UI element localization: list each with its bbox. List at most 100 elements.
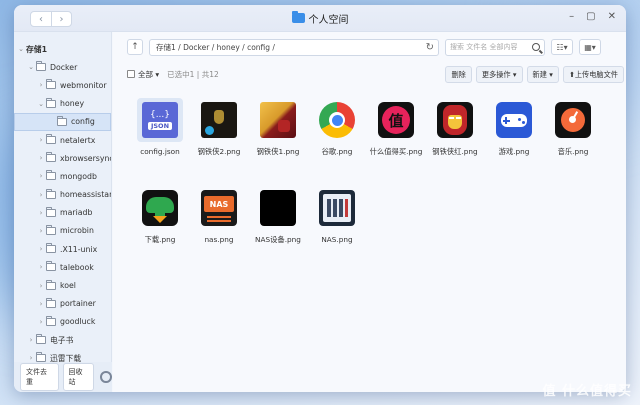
sidebar-item-0[interactable]: ⌄ 存储1 [14, 40, 111, 58]
folder-icon [36, 334, 46, 345]
sidebar-item-11[interactable]: › .X11-unix [14, 240, 111, 258]
new-button[interactable]: 新建 ▾ [526, 66, 559, 83]
chevron-right-icon[interactable]: › [36, 191, 46, 199]
folder-icon [46, 279, 56, 290]
file-item[interactable]: 音乐.png [544, 98, 602, 157]
sidebar-item-label: portainer [60, 299, 96, 309]
close-icon[interactable]: ✕ [608, 11, 616, 22]
back-icon[interactable]: ‹ [31, 12, 51, 26]
sidebar-item-label: microbin [60, 226, 94, 236]
list-view-icon[interactable]: ☷▾ [551, 39, 573, 55]
chevron-down-icon[interactable]: ⌄ [36, 100, 46, 108]
sidebar-item-3[interactable]: ⌄ honey [14, 95, 111, 113]
sidebar-item-5[interactable]: › netalertx [14, 131, 111, 149]
search-input[interactable]: 搜索 文件名 全部内容 [445, 38, 545, 56]
chevron-right-icon[interactable]: › [36, 172, 46, 180]
grid-view-icon[interactable]: ▦▾ [579, 39, 601, 55]
file-item[interactable]: NAS.png [308, 186, 366, 244]
sidebar-item-9[interactable]: › mariadb [14, 204, 111, 222]
sidebar-item-label: Docker [50, 62, 78, 72]
up-arrow-icon[interactable]: ↑ [127, 39, 143, 55]
file-item[interactable]: 钢铁侠红.png [426, 98, 484, 157]
file-item[interactable]: {...} JSON config.json [131, 98, 189, 156]
sidebar-item-label: 存储1 [26, 44, 48, 54]
action-toolbar: 全部 ▾ 已选中1 | 共12 删除 更多操作 ▾ 新建 ▾ ⬆ 上传电脑文件 [113, 62, 626, 86]
refresh-icon[interactable]: ↻ [426, 42, 434, 53]
chevron-right-icon[interactable]: › [36, 227, 46, 235]
file-name: 钢铁侠红.png [432, 147, 478, 156]
sidebar-item-15[interactable]: › goodluck [14, 313, 111, 331]
file-item[interactable]: 钢铁侠1.png [249, 98, 307, 157]
sidebar-item-label: .X11-unix [60, 244, 98, 254]
sidebar-item-label: honey [60, 99, 85, 109]
chevron-right-icon[interactable]: › [36, 263, 46, 271]
chevron-right-icon[interactable]: › [36, 136, 46, 144]
sidebar-item-label: homeassistant [60, 190, 111, 200]
sidebar-item-label: netalertx [60, 135, 96, 145]
upload-button[interactable]: ⬆ 上传电脑文件 [562, 66, 624, 83]
file-item[interactable]: 谷歌.png [308, 98, 366, 157]
select-all-checkbox[interactable] [127, 70, 135, 78]
sidebar-item-7[interactable]: › mongodb [14, 167, 111, 185]
file-name: 什么值得买.png [369, 147, 423, 156]
chevron-right-icon[interactable]: › [36, 154, 46, 162]
recycle-bin-button[interactable]: 回收站 [62, 363, 95, 391]
sidebar-item-1[interactable]: ⌄ Docker [14, 58, 111, 76]
title-bar: ‹ › 个人空间 – ▢ ✕ [14, 5, 626, 32]
sidebar-item-label: koel [60, 281, 76, 291]
folder-icon [46, 79, 56, 90]
sidebar-item-4[interactable]: config [14, 112, 111, 131]
sidebar-item-8[interactable]: › homeassistant [14, 186, 111, 204]
download-icon [137, 186, 183, 230]
black-square-icon [255, 186, 301, 230]
gear-icon[interactable] [100, 371, 112, 383]
chevron-down-icon[interactable]: ▾ [153, 70, 159, 79]
file-item[interactable]: 游戏.png [485, 98, 543, 157]
chevron-down-icon[interactable]: ⌄ [16, 45, 26, 53]
selection-status: 已选中1 | 共12 [167, 69, 219, 79]
forward-icon[interactable]: › [51, 12, 71, 26]
chevron-right-icon[interactable]: › [36, 81, 46, 89]
select-all-label[interactable]: 全部 [138, 69, 153, 80]
chevron-right-icon[interactable]: › [26, 336, 36, 344]
sidebar-item-6[interactable]: › xbrowsersync [14, 149, 111, 167]
delete-button[interactable]: 删除 [445, 66, 472, 83]
file-item[interactable]: 钢铁侠2.png [190, 98, 248, 157]
sidebar-item-16[interactable]: › 电子书 [14, 331, 111, 349]
file-grid: {...} JSON config.json 钢铁侠2.png 钢铁侠1.png 谷歌.p… [113, 90, 626, 392]
file-manager-window: ‹ › 个人空间 – ▢ ✕ ⌄ 存储1 ⌄ Docker › webmonitor ⌄ ho… [14, 5, 626, 392]
sidebar-item-12[interactable]: › talebook [14, 258, 111, 276]
sidebar-footer: 文件去重 回收站 [14, 362, 112, 392]
toolbar-actions: 删除 更多操作 ▾ 新建 ▾ ⬆ 上传电脑文件 [445, 66, 624, 83]
ironman-photo-icon [255, 98, 301, 142]
file-item[interactable]: 下载.png [131, 186, 189, 245]
chrome-icon [314, 98, 360, 142]
search-icon[interactable] [532, 42, 540, 51]
chevron-right-icon[interactable]: › [36, 209, 46, 217]
chevron-right-icon[interactable]: › [36, 318, 46, 326]
dedupe-button[interactable]: 文件去重 [20, 363, 59, 391]
chevron-down-icon[interactable]: ⌄ [26, 63, 36, 71]
chevron-right-icon[interactable]: › [36, 300, 46, 308]
file-name: NAS设备.png [255, 235, 301, 244]
file-item[interactable]: NAS设备.png [249, 186, 307, 245]
folder-icon [46, 170, 56, 181]
sidebar-item-label: 电子书 [50, 335, 74, 345]
chevron-right-icon[interactable]: › [36, 282, 46, 290]
minimize-icon[interactable]: – [569, 11, 574, 22]
sidebar-item-13[interactable]: › koel [14, 276, 111, 294]
more-actions-button[interactable]: 更多操作 ▾ [475, 66, 523, 83]
file-item[interactable]: 值什么值得买.png [367, 98, 425, 157]
file-name: NAS.png [321, 235, 353, 244]
path-field[interactable]: 存储1 / Docker / honey / config / ↻ [149, 38, 439, 56]
chevron-right-icon[interactable]: › [36, 245, 46, 253]
sidebar-item-2[interactable]: › webmonitor [14, 76, 111, 94]
upload-label: 上传电脑文件 [574, 69, 618, 79]
folder-tree: ⌄ 存储1 ⌄ Docker › webmonitor ⌄ honey config › netal… [14, 32, 111, 392]
maximize-icon[interactable]: ▢ [586, 11, 595, 22]
nas-icon: NAS [196, 186, 242, 230]
sidebar-item-label: webmonitor [60, 80, 107, 90]
file-item[interactable]: NAS nas.png [190, 186, 248, 244]
sidebar-item-14[interactable]: › portainer [14, 295, 111, 313]
sidebar-item-10[interactable]: › microbin [14, 222, 111, 240]
